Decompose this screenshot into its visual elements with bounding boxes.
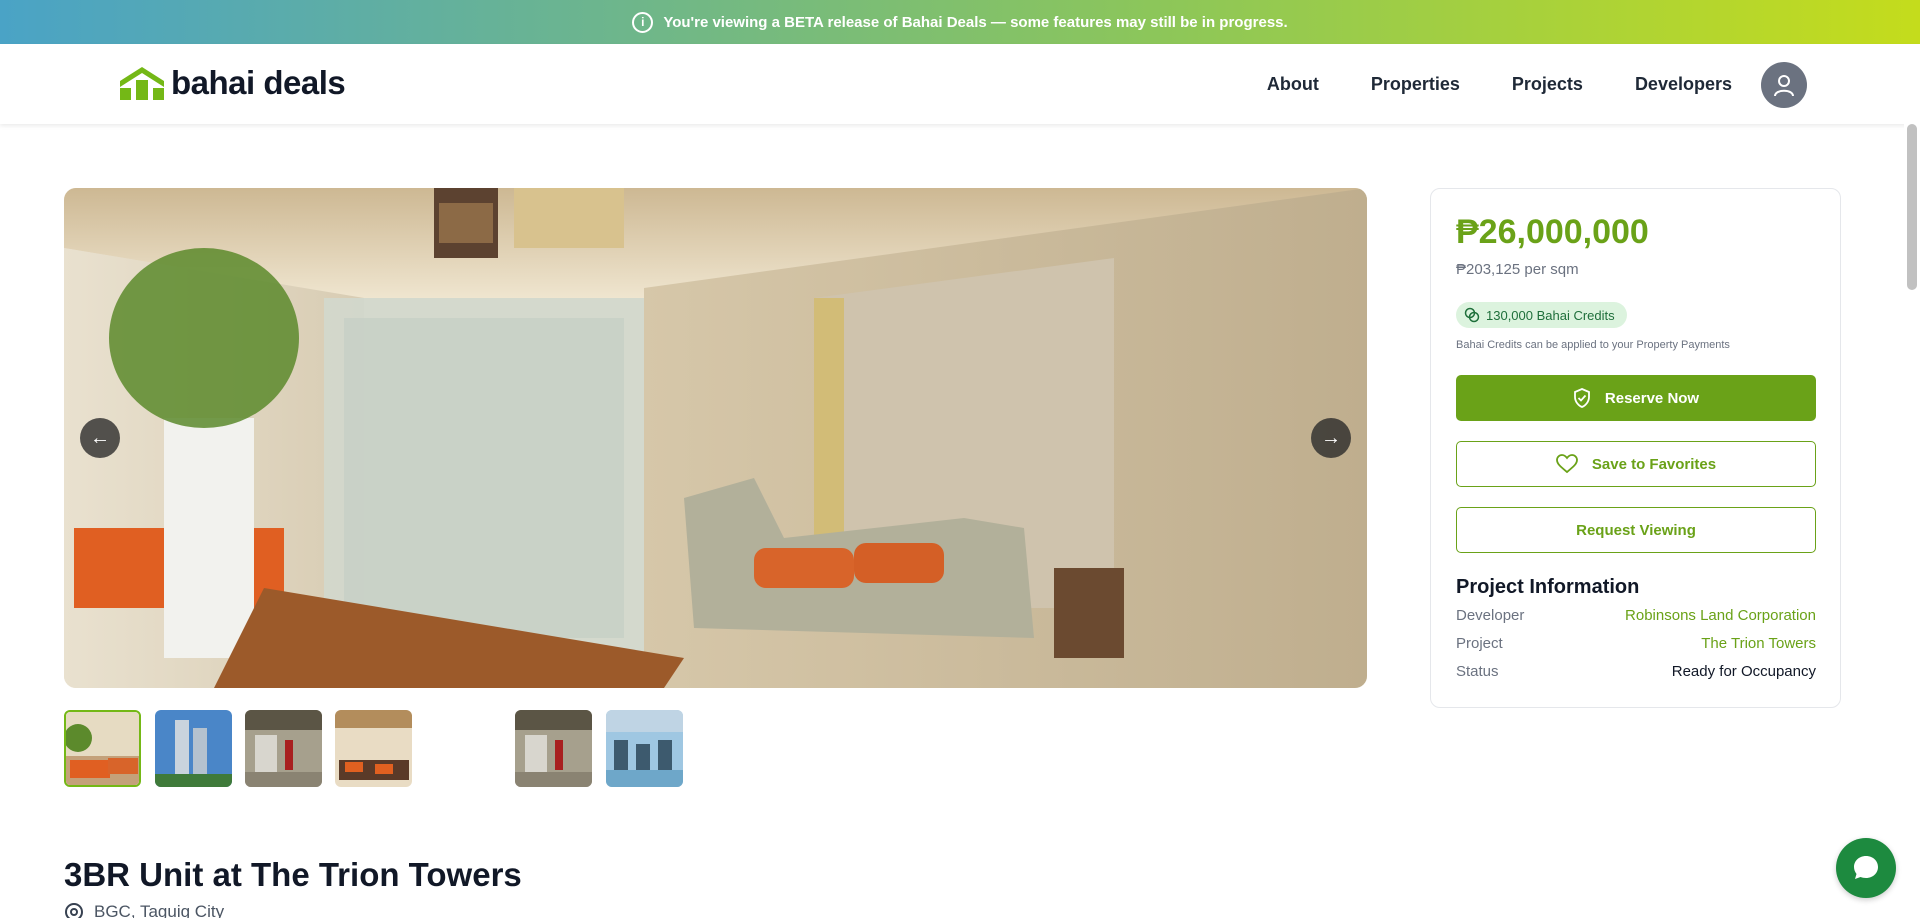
navbar: bahai deals About Properties Projects De… [0,44,1920,124]
user-icon [1774,75,1794,97]
info-label: Project [1456,635,1503,652]
page-scrollbar-thumb[interactable] [1907,124,1917,290]
coins-icon [1464,307,1480,323]
bahai-credits-text: 130,000 Bahai Credits [1486,307,1615,323]
info-label: Status [1456,663,1499,680]
beta-banner-text: You're viewing a BETA release of Bahai D… [663,13,1288,31]
reserve-now-button[interactable]: Reserve Now [1456,375,1816,421]
heart-icon [1555,454,1578,474]
nav-item-properties[interactable]: Properties [1371,74,1460,95]
info-icon: i [632,11,654,33]
arrow-left-icon: ← [90,426,110,449]
project-information-heading: Project Information [1456,576,1640,598]
bahai-credits-note: Bahai Credits can be applied to your Pro… [1456,339,1730,351]
save-to-favorites-label: Save to Favorites [1591,455,1717,473]
gallery-thumbnail[interactable] [606,710,683,787]
project-info-row-project: Project The Trion Towers [1456,635,1816,652]
listing-title: 3BR Unit at The Trion Towers [64,856,522,893]
gallery-thumbnail[interactable] [515,710,592,787]
arrow-right-icon: → [1321,426,1341,449]
property-gallery-main-image[interactable] [64,188,1367,688]
status-value: Ready for Occupancy [1671,663,1816,680]
gallery-thumbnail[interactable] [64,710,141,787]
main-nav: About Properties Projects Developers [1267,44,1732,124]
map-pin-icon [65,903,83,918]
nav-item-developers[interactable]: Developers [1635,74,1732,95]
gallery-thumbnail[interactable] [335,710,412,787]
shield-check-icon [1573,388,1590,408]
listing-location-text: BGC, Taguig City [94,902,225,918]
listing-location: BGC, Taguig City [64,902,224,918]
listing-price: ₱26,000,000 [1456,213,1649,251]
reserve-now-label: Reserve Now [1604,389,1700,407]
gallery-next-button[interactable]: → [1311,418,1351,458]
save-to-favorites-button[interactable]: Save to Favorites [1456,441,1816,487]
request-viewing-button[interactable]: Request Viewing [1456,507,1816,553]
beta-banner: i You're viewing a BETA release of Bahai… [0,0,1920,44]
user-avatar-button[interactable] [1761,62,1807,108]
project-info-row-status: Status Ready for Occupancy [1456,663,1816,680]
nav-item-projects[interactable]: Projects [1512,74,1583,95]
developer-link[interactable]: Robinsons Land Corporation [1625,607,1816,624]
request-viewing-label: Request Viewing [1576,521,1696,539]
info-label: Developer [1456,607,1525,624]
logo[interactable]: bahai deals [117,64,346,101]
project-link[interactable]: The Trion Towers [1701,635,1816,652]
chat-bubble-icon [1854,856,1878,879]
chat-button[interactable] [1836,838,1896,898]
pricing-card: ₱26,000,000 ₱203,125 per sqm 130,000 Bah… [1430,188,1841,708]
gallery-thumbnail[interactable] [155,710,232,787]
price-per-sqm: ₱203,125 per sqm [1456,261,1579,278]
gallery-prev-button[interactable]: ← [80,418,120,458]
nav-item-about[interactable]: About [1267,74,1319,95]
house-logo-icon [120,67,164,100]
bahai-credits-badge: 130,000 Bahai Credits [1456,302,1627,328]
gallery-thumbnail[interactable] [245,710,322,787]
project-info-row-developer: Developer Robinsons Land Corporation [1456,607,1816,624]
logo-text: bahai deals [171,64,346,101]
